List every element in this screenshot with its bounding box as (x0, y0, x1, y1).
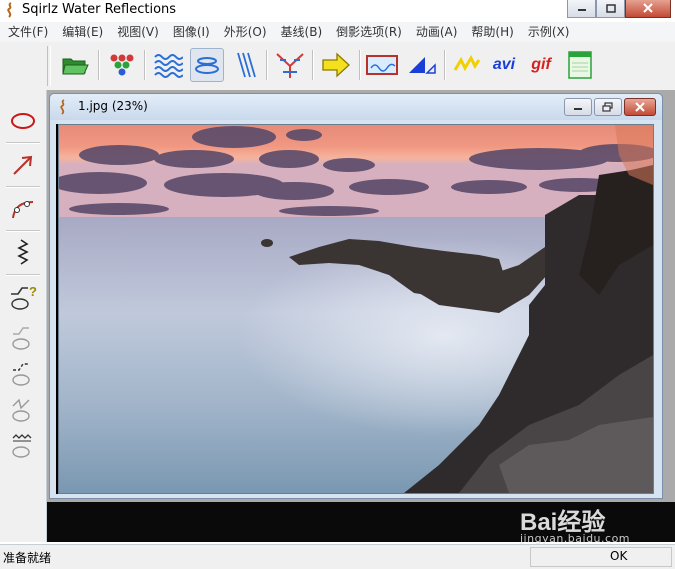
workspace: 1.jpg (23%) (47, 90, 675, 542)
status-indicator: OK (610, 549, 628, 563)
toolbar-separator (312, 50, 314, 80)
curve-shape-tool-1[interactable] (6, 320, 40, 354)
tool-separator (6, 274, 40, 276)
status-bar: 准备就绪 OK (0, 544, 675, 569)
curve-shape-tool-3[interactable] (6, 392, 40, 426)
next-button[interactable] (319, 48, 353, 82)
close-icon (635, 102, 645, 112)
window-panel-button[interactable] (563, 48, 597, 82)
curve-shape-3-icon (12, 398, 30, 422)
app-logo-icon (7, 2, 12, 18)
menu-edit[interactable]: 编辑(E) (55, 22, 110, 42)
window-panel-icon (568, 51, 592, 79)
image-frame-button[interactable] (365, 48, 399, 82)
menu-file[interactable]: 文件(F) (0, 22, 55, 42)
close-button[interactable] (625, 0, 671, 18)
svg-text:?: ? (29, 284, 37, 299)
curve-help-tool[interactable]: ? (6, 280, 40, 314)
document-title-bar[interactable]: 1.jpg (23%) (50, 94, 662, 120)
menu-help[interactable]: 帮助(H) (464, 22, 520, 42)
left-toolbar: ? (0, 90, 47, 542)
ripple-waves-icon (154, 54, 183, 78)
menu-animation[interactable]: 动画(A) (409, 22, 465, 42)
main-toolbar: avi gif (0, 42, 675, 91)
minimize-button[interactable] (567, 0, 596, 18)
menu-bar: 文件(F) 编辑(E) 视图(V) 图像(I) 外形(O) 基线(B) 倒影选项… (0, 22, 675, 43)
doc-close-button[interactable] (624, 98, 656, 116)
minimize-icon (577, 9, 586, 11)
wind-lines-icon (276, 53, 304, 78)
window-title: Sqirlz Water Reflections (22, 2, 177, 17)
colors-button[interactable] (104, 48, 138, 82)
avi-export-icon: avi (492, 56, 516, 73)
zigzag-tool-icon (17, 239, 29, 265)
menu-reflection-options[interactable]: 倒影选项(R) (329, 22, 409, 42)
ellipse-ripple-button[interactable] (190, 48, 224, 82)
zigzag-icon (453, 54, 481, 72)
toolbar-separator (144, 50, 146, 80)
menu-shape[interactable]: 外形(O) (217, 22, 274, 42)
ripple-button[interactable] (151, 48, 185, 82)
menu-view[interactable]: 视图(V) (110, 22, 166, 42)
diagonal-rain-icon (237, 52, 256, 78)
arrow-right-icon (322, 52, 350, 78)
measure-button[interactable] (405, 48, 439, 82)
arrow-tool-icon (13, 155, 33, 175)
curve-shape-tool-2[interactable] (6, 356, 40, 390)
zigzag-button[interactable] (450, 48, 484, 82)
curve-shape-2-icon (12, 363, 30, 386)
curve-shape-1-icon (12, 327, 30, 350)
curve-help-icon: ? (11, 284, 37, 310)
triangle-measure-icon (409, 57, 436, 74)
document-title: 1.jpg (23%) (78, 99, 148, 113)
menu-image[interactable]: 图像(I) (166, 22, 217, 42)
gif-export-icon: gif (531, 56, 551, 73)
tool-separator (6, 142, 40, 144)
toolbar-separator (359, 50, 361, 80)
ellipse-tool-icon (11, 113, 35, 129)
curve-shape-4-icon (12, 434, 32, 458)
doc-minimize-button[interactable] (564, 98, 592, 116)
maximize-icon (605, 3, 616, 13)
status-text: 准备就绪 (3, 551, 52, 565)
curve-tool[interactable] (6, 192, 40, 226)
open-button[interactable] (58, 48, 92, 82)
open-folder-icon (62, 58, 89, 75)
menu-examples[interactable]: 示例(X) (521, 22, 577, 42)
photo-sunset-seascape[interactable] (58, 124, 654, 494)
tool-separator (6, 186, 40, 188)
tool-separator (6, 230, 40, 232)
maximize-button[interactable] (596, 0, 625, 18)
document-window: 1.jpg (23%) (49, 93, 663, 499)
rain-button[interactable] (228, 48, 262, 82)
title-bar: Sqirlz Water Reflections (0, 0, 675, 22)
curve-shape-tool-4[interactable] (6, 428, 40, 462)
document-icon (60, 99, 65, 115)
toolbar-separator (266, 50, 268, 80)
avi-export-button[interactable]: avi (487, 48, 521, 82)
wind-button[interactable] (273, 48, 307, 82)
toolbar-separator (444, 50, 446, 80)
zigzag-tool[interactable] (6, 236, 40, 270)
color-dots-icon (110, 54, 134, 76)
status-pane (530, 547, 672, 567)
toolbar-grip[interactable] (47, 46, 51, 86)
minimize-icon (574, 108, 582, 110)
ellipse-tool[interactable] (6, 104, 40, 138)
watermark: Bai经验 jingyan.baidu.com (520, 500, 670, 545)
ellipse-ripple-icon (195, 57, 219, 74)
menu-baseline[interactable]: 基线(B) (274, 22, 330, 42)
restore-icon (602, 102, 613, 112)
close-icon (643, 3, 653, 13)
toolbar-separator (98, 50, 100, 80)
gif-export-button[interactable]: gif (524, 48, 558, 82)
arrow-tool[interactable] (6, 148, 40, 182)
image-frame-icon (366, 55, 398, 75)
image-canvas[interactable] (56, 124, 654, 494)
curve-tool-icon (12, 201, 34, 219)
doc-restore-button[interactable] (594, 98, 622, 116)
